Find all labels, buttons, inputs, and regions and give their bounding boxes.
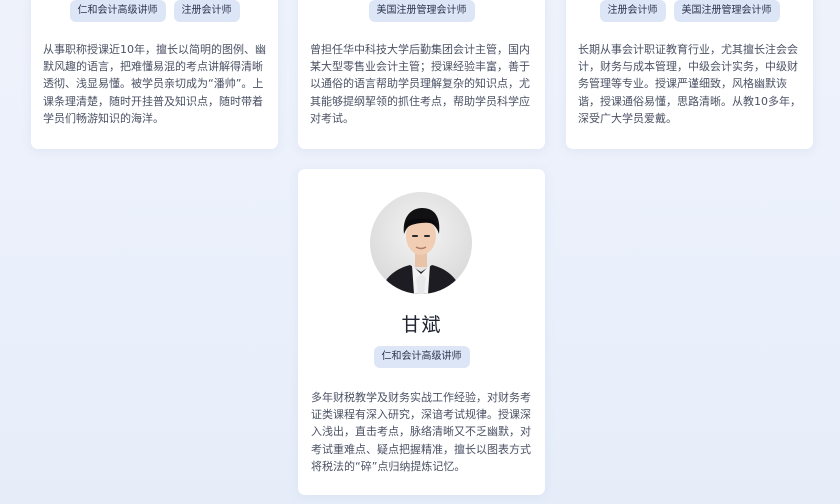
tag-list: 仁和会计高级讲师 注册会计师 [31,0,278,22]
teacher-card: 甘斌 仁和会计高级讲师 多年财税教学及财务实战工作经验，对财务考证类课程有深入研… [298,169,545,495]
teacher-name: 甘斌 [401,314,442,336]
teacher-card: 美国注册管理会计师 曾担任华中科技大学后勤集团会计主管，国内某大型零售业会计主管… [298,0,545,149]
title-tag: 注册会计师 [173,0,240,22]
teacher-description: 长期从事会计职证教育行业，尤其擅长注会会计，财务与成本管理，中级会计实务，中级财… [578,43,801,125]
teacher-description: 曾担任华中科技大学后勤集团会计主管，国内某大型零售业会计主管；授课经验丰富，善于… [310,43,530,125]
teacher-description: 多年财税教学及财务实战工作经验，对财务考证类课程有深入研究，深谙考试规律。授课深… [311,391,531,473]
teacher-description: 从事职称授课近10年，擅长以简明的图例、幽默风趣的语言，把难懂易混的考点讲解得清… [43,43,266,125]
title-tag: 仁和会计高级讲师 [69,0,166,22]
teacher-avatar [370,192,472,294]
teacher-photo [380,208,462,294]
title-tag: 仁和会计高级讲师 [373,346,470,368]
tag-list: 注册会计师 美国注册管理会计师 [566,0,813,22]
tag-list: 仁和会计高级讲师 [298,346,545,368]
title-tag: 注册会计师 [599,0,666,22]
tag-list: 美国注册管理会计师 [298,0,545,22]
title-tag: 美国注册管理会计师 [368,0,475,22]
title-tag: 美国注册管理会计师 [673,0,780,22]
teacher-card: 仁和会计高级讲师 注册会计师 从事职称授课近10年，擅长以简明的图例、幽默风趣的… [31,0,278,149]
teacher-card: 注册会计师 美国注册管理会计师 长期从事会计职证教育行业，尤其擅长注会会计，财务… [566,0,813,149]
